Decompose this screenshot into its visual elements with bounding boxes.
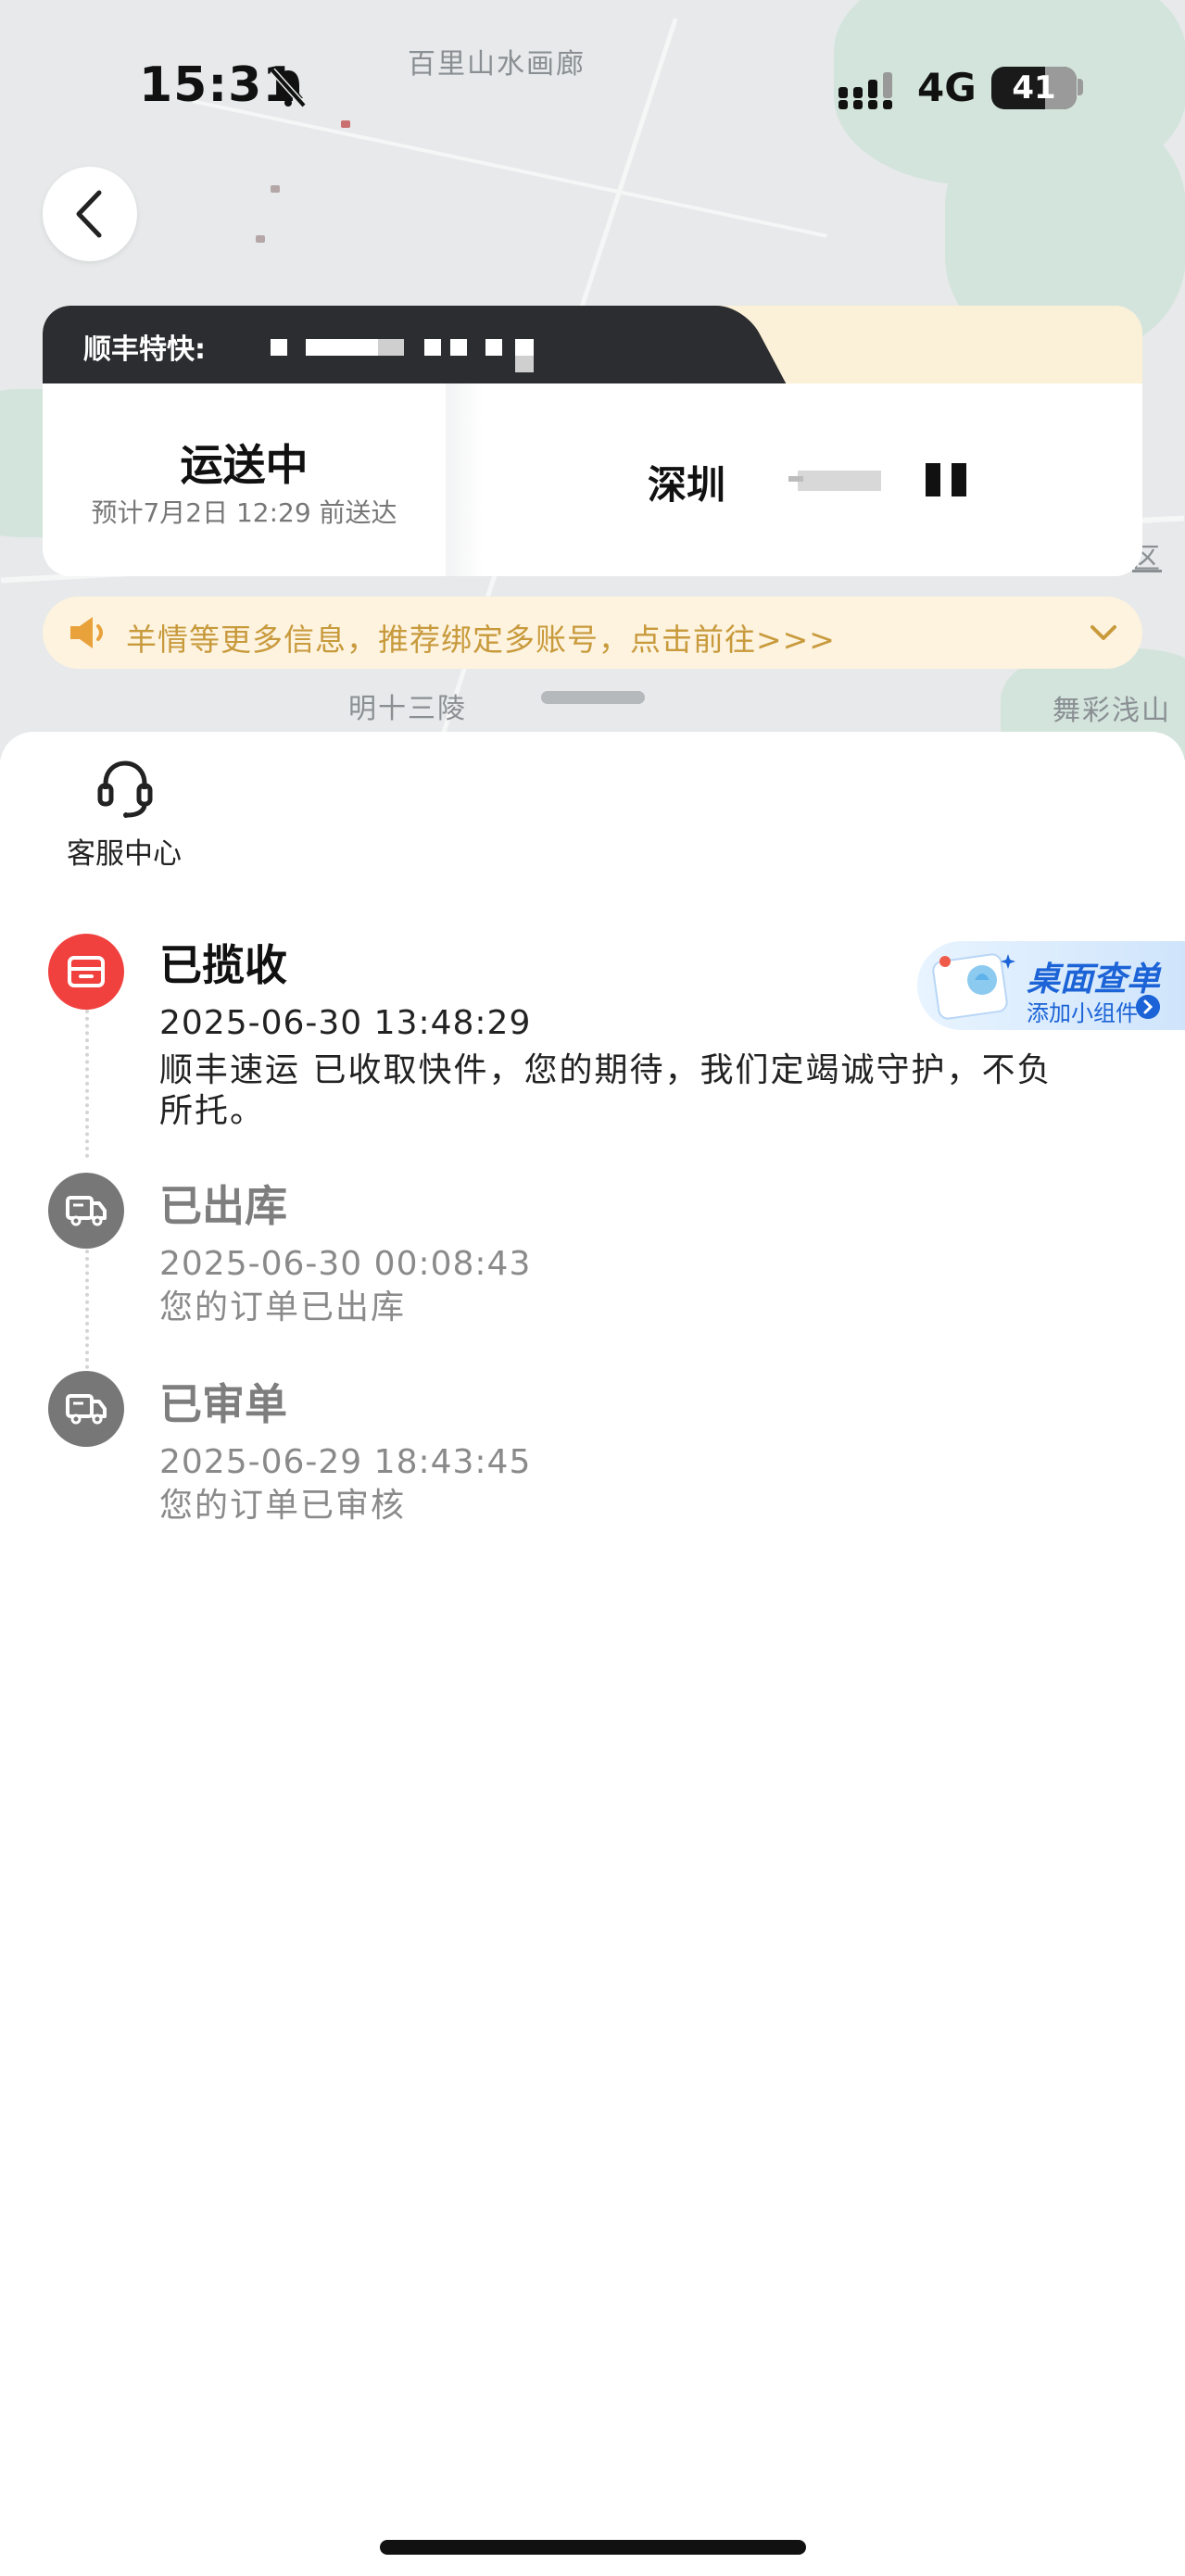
sheet-drag-handle[interactable] <box>541 691 645 704</box>
timeline-event-title: 已出库 <box>159 1181 287 1231</box>
cellular-signal-icon <box>838 72 892 109</box>
pickup-box-icon <box>48 934 124 1010</box>
destination-city: 深圳 <box>648 462 726 508</box>
map-marker <box>256 235 265 243</box>
chevron-down-icon[interactable] <box>1088 617 1119 648</box>
timeline-event-time: 2025-06-29 18:43:45 <box>159 1443 532 1481</box>
timeline-event-title: 已揽收 <box>159 940 287 990</box>
tracking-card[interactable]: 顺丰特快: 运送中 预计7月2日 12:29 前送达 深圳 <box>43 306 1142 576</box>
redacted-tracking-number <box>271 339 287 356</box>
battery-tip <box>1078 79 1083 95</box>
card-header: 顺丰特快: <box>43 306 1142 383</box>
timeline-connector <box>85 1010 89 1158</box>
back-button[interactable] <box>43 167 137 261</box>
redacted-tracking-number <box>306 339 380 356</box>
chevron-left-icon <box>76 190 102 238</box>
widget-promo-subtitle: 添加小组件 <box>1027 1000 1138 1026</box>
redacted-tracking-number <box>515 339 534 356</box>
desktop-widget-promo[interactable]: 桌面查单 添加小组件 <box>917 941 1185 1030</box>
speaker-icon <box>70 617 103 648</box>
redacted-tracking-number <box>450 339 467 356</box>
redacted-address <box>952 463 966 496</box>
timeline-event-time: 2025-06-30 13:48:29 <box>159 1004 532 1042</box>
battery-indicator: 41 <box>991 67 1077 109</box>
timeline-event-time: 2025-06-30 00:08:43 <box>159 1245 532 1283</box>
redacted-tracking-number <box>515 356 534 372</box>
timeline-event-description: 您的订单已审核 <box>159 1487 407 1525</box>
redacted-tracking-number <box>424 339 441 356</box>
widget-promo-title: 桌面查单 <box>1027 961 1161 999</box>
redacted-tracking-number <box>485 339 502 356</box>
map-label: 舞彩浅山 <box>1053 695 1171 727</box>
bind-account-banner[interactable]: 羊情等更多信息，推荐绑定多账号，点击前往>>> <box>43 597 1142 669</box>
redacted-address <box>788 476 803 482</box>
bell-muted-icon <box>270 68 307 107</box>
destination-panel: 深圳 <box>446 383 1142 576</box>
map-marker <box>271 185 280 193</box>
home-indicator[interactable] <box>380 2540 806 2555</box>
map-label: 明十三陵 <box>348 693 467 725</box>
customer-service-button[interactable]: 客服中心 <box>59 758 189 871</box>
battery-level: 41 <box>1012 69 1056 107</box>
status-bar: 15:31 4G 41 <box>0 0 1185 176</box>
timeline-event-description: 顺丰速运 已收取快件，您的期待，我们定竭诚守护，不负所托。 <box>159 1051 1053 1130</box>
chevron-right-icon <box>1136 995 1160 1019</box>
widget-card-icon <box>932 953 1015 1020</box>
banner-text: 羊情等更多信息，推荐绑定多账号，点击前往>>> <box>126 622 836 658</box>
redacted-address <box>926 463 940 496</box>
courier-company: 顺丰特快: <box>83 333 206 366</box>
redacted-address <box>798 471 881 491</box>
delivery-status-panel: 运送中 预计7月2日 12:29 前送达 <box>43 383 446 576</box>
timeline-event-title: 已审单 <box>159 1379 287 1429</box>
timeline-event-description: 您的订单已出库 <box>159 1288 407 1326</box>
headset-icon <box>97 760 153 818</box>
network-type: 4G <box>917 65 977 110</box>
delivery-eta: 预计7月2日 12:29 前送达 <box>91 497 397 528</box>
delivery-status: 运送中 <box>180 440 309 490</box>
redacted-tracking-number <box>378 339 404 356</box>
truck-icon <box>48 1173 124 1249</box>
customer-service-label: 客服中心 <box>67 837 182 871</box>
truck-icon <box>48 1371 124 1447</box>
